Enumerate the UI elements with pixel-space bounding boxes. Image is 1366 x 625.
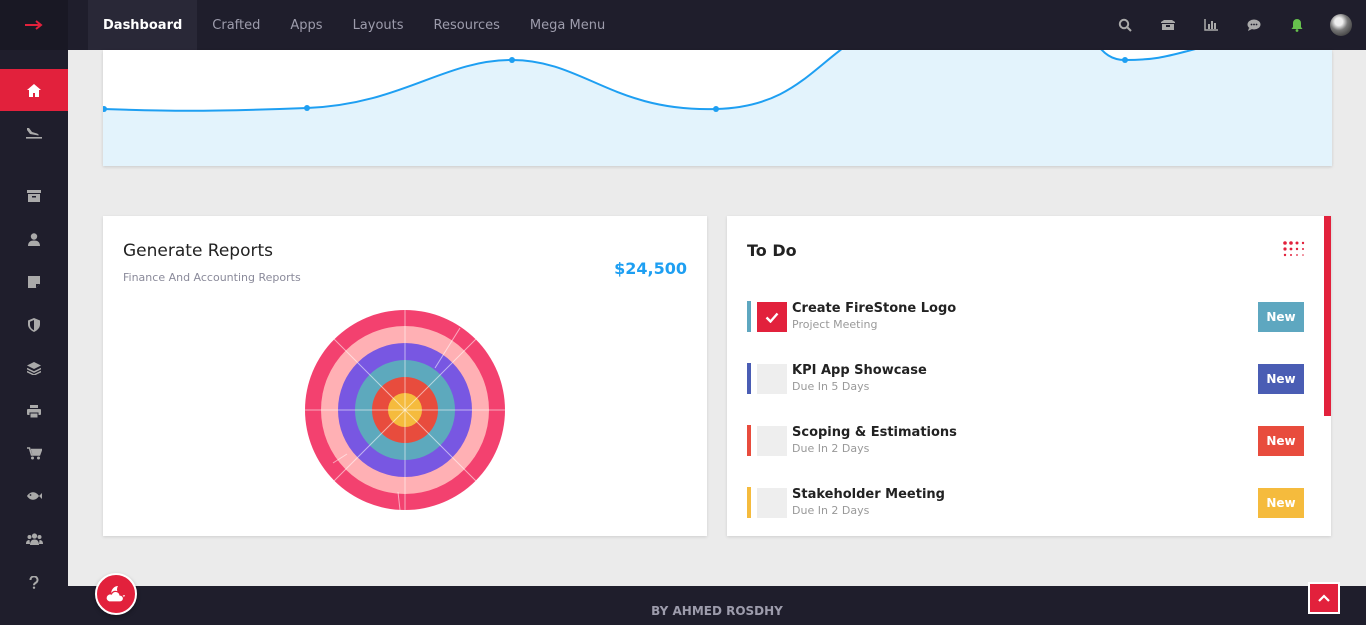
todo-item: Stakeholder Meeting Due In 2 Days New bbox=[747, 487, 1304, 519]
reports-title: Generate Reports bbox=[123, 241, 274, 261]
nav-resources[interactable]: Resources bbox=[419, 0, 515, 50]
todo-checkbox[interactable] bbox=[757, 364, 787, 394]
todo-meta: Due In 2 Days bbox=[792, 504, 870, 517]
area-point bbox=[304, 105, 310, 111]
todo-name: Scoping & Estimations bbox=[792, 425, 957, 440]
area-point bbox=[1122, 57, 1128, 63]
todo-scrollbar[interactable] bbox=[1324, 216, 1331, 416]
sidebar-item-home[interactable] bbox=[0, 69, 68, 111]
reports-subtitle: Finance And Accounting Reports bbox=[123, 271, 301, 284]
generate-reports-card: Generate Reports Finance And Accounting … bbox=[103, 216, 707, 536]
sidebar-item-user[interactable] bbox=[0, 218, 68, 260]
user-icon bbox=[28, 232, 40, 246]
todo-name: Stakeholder Meeting bbox=[792, 487, 945, 502]
theme-toggle-button[interactable] bbox=[95, 573, 137, 615]
todo-meta: Project Meeting bbox=[792, 318, 878, 331]
nav-dashboard[interactable]: Dashboard bbox=[88, 0, 198, 50]
topbar-actions bbox=[1093, 0, 1352, 50]
status-badge: New bbox=[1258, 426, 1304, 456]
sidebar-item-notes[interactable] bbox=[0, 261, 68, 303]
sidebar-item-security[interactable] bbox=[0, 304, 68, 346]
search-icon[interactable] bbox=[1114, 14, 1136, 36]
dots-grid-icon bbox=[1283, 241, 1305, 257]
todo-checkbox[interactable] bbox=[757, 426, 787, 456]
scroll-to-top-button[interactable] bbox=[1308, 582, 1340, 614]
todo-menu-button[interactable] bbox=[1282, 241, 1306, 261]
todo-color-bar bbox=[747, 301, 751, 332]
area-point bbox=[713, 106, 719, 112]
todo-color-bar bbox=[747, 363, 751, 394]
users-icon bbox=[25, 533, 43, 545]
footer: BY AHMED ROSDHY bbox=[68, 586, 1366, 625]
layers-icon bbox=[27, 361, 41, 375]
todo-checkbox[interactable] bbox=[757, 302, 787, 332]
nav-apps[interactable]: Apps bbox=[275, 0, 337, 50]
shield-icon bbox=[28, 318, 40, 332]
status-badge: New bbox=[1258, 488, 1304, 518]
sidebar-item-layers[interactable] bbox=[0, 347, 68, 389]
sidebar-item-flights[interactable] bbox=[0, 111, 68, 153]
bell-icon[interactable] bbox=[1286, 14, 1308, 36]
todo-name: KPI App Showcase bbox=[792, 363, 927, 378]
nav-mega-menu[interactable]: Mega Menu bbox=[515, 0, 620, 50]
archive-icon bbox=[27, 190, 41, 202]
status-badge: New bbox=[1258, 364, 1304, 394]
chevron-up-icon bbox=[1318, 594, 1330, 602]
home-icon bbox=[27, 83, 41, 97]
sidebar-item-print[interactable] bbox=[0, 390, 68, 432]
sidebar-item-archive[interactable] bbox=[0, 175, 68, 217]
todo-item: Scoping & Estimations Due In 2 Days New bbox=[747, 425, 1304, 457]
chat-icon[interactable] bbox=[1243, 14, 1265, 36]
question-icon bbox=[29, 575, 39, 589]
area-point bbox=[509, 57, 515, 63]
plane-landing-icon bbox=[26, 127, 42, 139]
todo-checkbox[interactable] bbox=[757, 488, 787, 518]
arrow-right-icon bbox=[25, 20, 43, 30]
sidebar bbox=[0, 50, 68, 625]
todo-card: To Do Create FireStone Logo Project Meet… bbox=[727, 216, 1331, 536]
fish-icon bbox=[27, 492, 42, 500]
todo-meta: Due In 2 Days bbox=[792, 442, 870, 455]
sunburst-chart bbox=[305, 310, 505, 511]
reports-amount: $24,500 bbox=[614, 259, 687, 278]
sidebar-item-cart[interactable] bbox=[0, 432, 68, 474]
cart-icon bbox=[26, 446, 42, 459]
todo-name: Create FireStone Logo bbox=[792, 301, 957, 316]
bar-chart-icon[interactable] bbox=[1200, 14, 1222, 36]
checkmark-icon bbox=[765, 312, 779, 323]
todo-meta: Due In 5 Days bbox=[792, 380, 870, 393]
todo-item: Create FireStone Logo Project Meeting Ne… bbox=[747, 301, 1304, 333]
sidebar-item-fish[interactable] bbox=[0, 475, 68, 517]
status-badge: New bbox=[1258, 302, 1304, 332]
todo-title: To Do bbox=[747, 241, 797, 260]
area-chart-card bbox=[103, 50, 1332, 166]
area-chart bbox=[103, 50, 1332, 166]
nav-layouts[interactable]: Layouts bbox=[338, 0, 419, 50]
todo-item: KPI App Showcase Due In 5 Days New bbox=[747, 363, 1304, 395]
footer-credit: BY AHMED ROSDHY bbox=[651, 604, 783, 618]
todo-color-bar bbox=[747, 425, 751, 456]
printer-icon bbox=[27, 404, 41, 418]
top-navbar: Dashboard Crafted Apps Layouts Resources… bbox=[0, 0, 1366, 50]
sidebar-item-users[interactable] bbox=[0, 518, 68, 560]
todo-color-bar bbox=[747, 487, 751, 518]
moon-cloud-icon bbox=[105, 586, 125, 603]
note-icon bbox=[28, 276, 40, 288]
archive-box-icon[interactable] bbox=[1157, 14, 1179, 36]
sidebar-toggle[interactable] bbox=[0, 0, 68, 50]
user-avatar[interactable] bbox=[1330, 14, 1352, 36]
sidebar-item-help[interactable] bbox=[0, 561, 68, 603]
main-nav: Dashboard Crafted Apps Layouts Resources… bbox=[88, 0, 620, 50]
nav-crafted[interactable]: Crafted bbox=[197, 0, 275, 50]
